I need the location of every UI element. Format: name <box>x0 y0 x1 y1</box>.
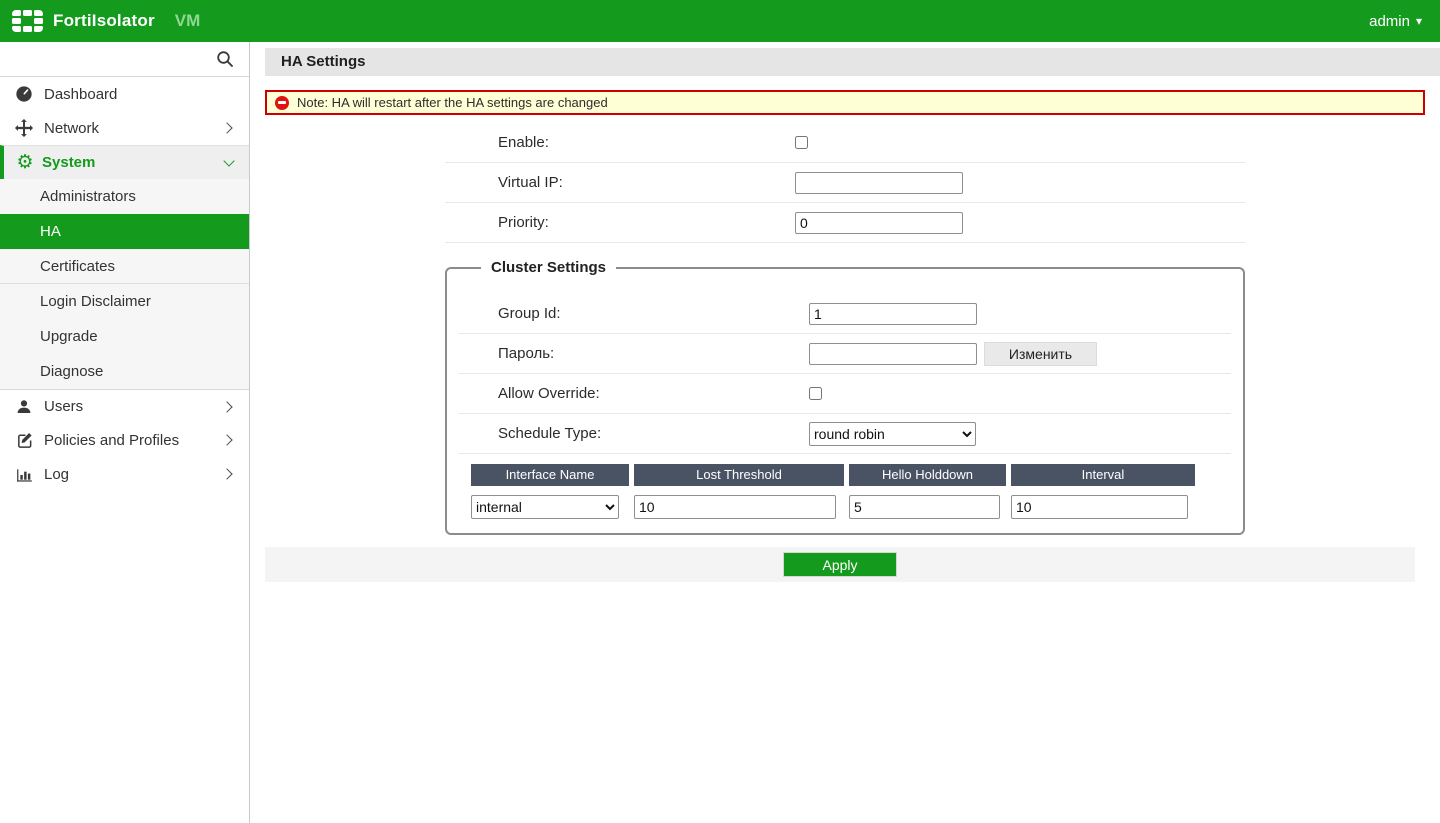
edit-pencil-icon <box>13 432 35 449</box>
allow-override-label: Allow Override: <box>498 385 600 402</box>
column-header-interface-name: Interface Name <box>471 464 629 486</box>
column-header-lost-threshold: Lost Threshold <box>634 464 844 486</box>
ha-settings-form: Enable: Virtual IP: Priority: Cluster Se… <box>445 123 1245 535</box>
enable-checkbox[interactable] <box>795 136 808 149</box>
password-label: Пароль: <box>498 345 555 362</box>
sidebar-item-label: Policies and Profiles <box>44 431 180 449</box>
brand-area: FortiIsolator VM <box>12 10 200 32</box>
cluster-settings-legend: Cluster Settings <box>491 259 607 276</box>
sidebar-item-administrators[interactable]: Administrators <box>0 179 249 214</box>
apply-button[interactable]: Apply <box>783 552 897 577</box>
password-input[interactable] <box>809 342 977 365</box>
interface-name-select[interactable]: internal <box>471 495 619 519</box>
sidebar-item-policies-and-profiles[interactable]: Policies and Profiles <box>0 423 249 457</box>
product-model: VM <box>174 11 201 30</box>
topbar: FortiIsolator VM admin ▾ <box>0 0 1440 42</box>
chevron-right-icon <box>221 468 233 480</box>
sidebar-item-label: HA <box>40 223 61 240</box>
form-row-virtual-ip: Virtual IP: <box>445 163 1245 203</box>
sidebar-item-label: Diagnose <box>40 363 104 380</box>
schedule-type-select[interactable]: round robin <box>809 421 976 446</box>
chevron-right-icon <box>221 400 233 413</box>
dashboard-icon <box>13 85 35 103</box>
change-password-button[interactable]: Изменить <box>984 341 1097 366</box>
group-id-input[interactable] <box>809 302 977 325</box>
allow-override-checkbox[interactable] <box>809 387 822 400</box>
priority-input[interactable] <box>795 211 963 234</box>
sidebar-item-label: Users <box>44 398 84 415</box>
chevron-right-icon <box>221 122 233 134</box>
main-content: HA Settings Note: HA will restart after … <box>250 42 1440 823</box>
network-icon <box>13 119 35 137</box>
sidebar-item-label: Upgrade <box>40 328 98 345</box>
form-row-group-id: Group Id: <box>459 294 1231 334</box>
group-id-label: Group Id: <box>498 305 561 322</box>
sidebar-item-label: Login Disclaimer <box>40 293 151 310</box>
minus-circle-icon <box>275 95 289 110</box>
sidebar-item-users[interactable]: Users <box>0 389 249 423</box>
chevron-right-icon <box>221 434 233 446</box>
sidebar-item-label: Network <box>44 119 100 137</box>
sidebar-item-certificates[interactable]: Certificates <box>0 249 249 284</box>
sidebar-item-upgrade[interactable]: Upgrade <box>0 319 249 354</box>
form-row-password: Пароль: Изменить <box>459 334 1231 374</box>
sidebar-item-system[interactable]: ⚙ System <box>0 145 249 179</box>
sidebar-item-ha[interactable]: HA <box>0 214 249 249</box>
sidebar-item-log[interactable]: Log <box>0 457 249 491</box>
table-header-row: Interface Name Lost Threshold Hello Hold… <box>471 464 1231 486</box>
form-row-enable: Enable: <box>445 123 1245 163</box>
fortinet-logo-icon <box>12 10 43 32</box>
system-gear-icon: ⚙ <box>16 152 34 173</box>
lost-threshold-input[interactable] <box>634 495 836 519</box>
column-header-hello-holddown: Hello Holddown <box>849 464 1006 486</box>
sidebar-item-label: Dashboard <box>44 85 118 103</box>
sidebar-item-diagnose[interactable]: Diagnose <box>0 354 249 389</box>
table-row: internal <box>471 495 1231 519</box>
user-menu[interactable]: admin ▾ <box>1369 13 1422 30</box>
priority-label: Priority: <box>498 214 549 231</box>
brand-name: FortiIsolator <box>53 11 155 30</box>
chevron-down-icon <box>223 154 235 167</box>
hello-holddown-input[interactable] <box>849 495 1000 519</box>
sidebar-item-label: Administrators <box>40 188 136 205</box>
users-icon <box>13 399 35 415</box>
ha-interface-table: Interface Name Lost Threshold Hello Hold… <box>471 464 1231 519</box>
interval-input[interactable] <box>1011 495 1188 519</box>
schedule-type-label: Schedule Type: <box>498 425 602 442</box>
note-banner: Note: HA will restart after the HA setti… <box>265 90 1425 115</box>
sidebar: Dashboard Network ⚙ System Administrator… <box>0 42 250 823</box>
enable-label: Enable: <box>498 134 549 151</box>
sidebar-item-label: System <box>42 154 96 171</box>
sidebar-item-dashboard[interactable]: Dashboard <box>0 77 249 111</box>
form-row-schedule-type: Schedule Type: round robin <box>459 414 1231 454</box>
page-title: HA Settings <box>265 48 1440 76</box>
form-row-allow-override: Allow Override: <box>459 374 1231 414</box>
virtual-ip-input[interactable] <box>795 171 963 194</box>
note-text: Note: HA will restart after the HA setti… <box>297 95 608 110</box>
caret-down-icon: ▾ <box>1415 14 1422 28</box>
sidebar-item-login-disclaimer[interactable]: Login Disclaimer <box>0 284 249 319</box>
column-header-interval: Interval <box>1011 464 1195 486</box>
sidebar-search[interactable] <box>0 42 249 77</box>
form-row-priority: Priority: <box>445 203 1245 243</box>
apply-bar: Apply <box>265 547 1415 582</box>
bar-chart-icon <box>13 466 35 483</box>
virtual-ip-label: Virtual IP: <box>498 174 563 191</box>
search-icon[interactable] <box>216 50 234 68</box>
sidebar-item-label: Certificates <box>40 257 116 275</box>
sidebar-item-network[interactable]: Network <box>0 111 249 145</box>
sidebar-item-label: Log <box>44 465 70 483</box>
cluster-settings-fieldset: Cluster Settings Group Id: Пароль: Измен… <box>445 259 1245 535</box>
user-name: admin <box>1369 12 1410 30</box>
